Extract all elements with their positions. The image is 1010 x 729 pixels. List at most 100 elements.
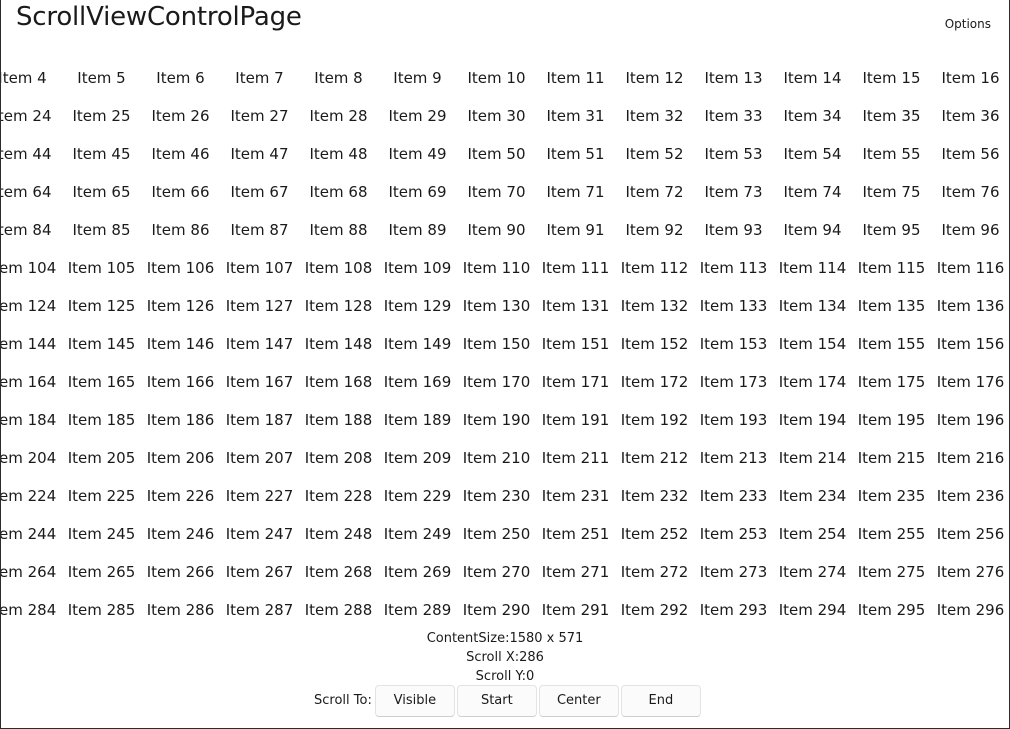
grid-item: Item 171 [541, 373, 610, 391]
grid-item: Item 195 [857, 411, 926, 429]
grid-row: Item 241Item 242Item 243Item 244Item 245… [1, 515, 1009, 553]
grid-item: Item 288 [304, 601, 373, 619]
grid-item: Item 245 [67, 525, 136, 543]
grid-row: Item 81Item 82Item 83Item 84Item 85Item … [1, 211, 1009, 249]
scroll-view[interactable]: Item 1Item 2Item 3Item 4Item 5Item 6Item… [1, 59, 1009, 629]
grid-item: Item 108 [304, 259, 373, 277]
options-button[interactable]: Options [945, 16, 991, 32]
scroll-to-end-button[interactable]: End [620, 685, 701, 717]
grid-item: Item 129 [383, 297, 452, 315]
grid-item: Item 54 [783, 145, 842, 163]
grid-item: Item 25 [72, 107, 131, 125]
grid-item: Item 208 [304, 449, 373, 467]
grid-item: Item 190 [462, 411, 531, 429]
grid-item: Item 231 [541, 487, 610, 505]
grid-item: Item 226 [146, 487, 215, 505]
grid-item: Item 174 [778, 373, 847, 391]
grid-item: Item 30 [467, 107, 526, 125]
grid-item: Item 246 [146, 525, 215, 543]
grid-item: Item 109 [383, 259, 452, 277]
grid-item: Item 16 [941, 69, 1000, 87]
grid-item: Item 125 [67, 297, 136, 315]
grid-item: Item 206 [146, 449, 215, 467]
grid-item: Item 84 [1, 221, 52, 239]
grid-item: Item 156 [936, 335, 1005, 353]
grid-item: Item 284 [1, 601, 57, 619]
grid-item: Item 213 [699, 449, 768, 467]
grid-item: Item 91 [546, 221, 605, 239]
grid-item: Item 50 [467, 145, 526, 163]
scroll-to-toolbar: Scroll To: Visible Start Center End [314, 685, 703, 717]
grid-item: Item 133 [699, 297, 768, 315]
grid-item: Item 289 [383, 601, 452, 619]
grid-item: Item 188 [304, 411, 373, 429]
grid-item: Item 268 [304, 563, 373, 581]
grid-item: Item 10 [467, 69, 526, 87]
grid-item: Item 14 [783, 69, 842, 87]
grid-item: Item 24 [1, 107, 52, 125]
grid-item: Item 88 [309, 221, 368, 239]
grid-row: Item 221Item 222Item 223Item 224Item 225… [1, 477, 1009, 515]
grid-item: Item 214 [778, 449, 847, 467]
grid-item: Item 114 [778, 259, 847, 277]
grid-item: Item 44 [1, 145, 52, 163]
scroll-to-start-button[interactable]: Start [456, 685, 537, 717]
grid-item: Item 148 [304, 335, 373, 353]
grid-item: Item 6 [156, 69, 205, 87]
grid-item: Item 107 [225, 259, 294, 277]
grid-item: Item 275 [857, 563, 926, 581]
grid-item: Item 29 [388, 107, 447, 125]
grid-item: Item 90 [467, 221, 526, 239]
grid-item: Item 68 [309, 183, 368, 201]
grid-item: Item 193 [699, 411, 768, 429]
grid-item: Item 145 [67, 335, 136, 353]
grid-item: Item 164 [1, 373, 57, 391]
grid-item: Item 116 [936, 259, 1005, 277]
grid-item: Item 153 [699, 335, 768, 353]
grid-item: Item 256 [936, 525, 1005, 543]
grid-item: Item 211 [541, 449, 610, 467]
grid-item: Item 285 [67, 601, 136, 619]
grid-item: Item 146 [146, 335, 215, 353]
grid-row: Item 101Item 102Item 103Item 104Item 105… [1, 249, 1009, 287]
grid-item: Item 235 [857, 487, 926, 505]
grid-item: Item 227 [225, 487, 294, 505]
grid-item: Item 65 [72, 183, 131, 201]
grid-item: Item 27 [230, 107, 289, 125]
grid-item: Item 287 [225, 601, 294, 619]
grid-item: Item 96 [941, 221, 1000, 239]
grid-item: Item 130 [462, 297, 531, 315]
grid-item: Item 149 [383, 335, 452, 353]
grid-item: Item 224 [1, 487, 57, 505]
grid-item: Item 35 [862, 107, 921, 125]
grid-item: Item 48 [309, 145, 368, 163]
grid-item: Item 292 [620, 601, 689, 619]
grid-row: Item 121Item 122Item 123Item 124Item 125… [1, 287, 1009, 325]
grid-item: Item 295 [857, 601, 926, 619]
grid-item: Item 115 [857, 259, 926, 277]
grid-row: Item 61Item 62Item 63Item 64Item 65Item … [1, 173, 1009, 211]
grid-row: Item 281Item 282Item 283Item 284Item 285… [1, 591, 1009, 629]
grid-item: Item 131 [541, 297, 610, 315]
scroll-to-center-button[interactable]: Center [538, 685, 619, 717]
grid-item: Item 46 [151, 145, 210, 163]
grid-item: Item 267 [225, 563, 294, 581]
grid-item: Item 52 [625, 145, 684, 163]
grid-item: Item 4 [1, 69, 47, 87]
grid-item: Item 111 [541, 259, 610, 277]
app-window: ScrollViewControlPage Options Item 1Item… [0, 0, 1010, 729]
grid-item: Item 154 [778, 335, 847, 353]
grid-item: Item 53 [704, 145, 763, 163]
grid-item: Item 55 [862, 145, 921, 163]
grid-item: Item 28 [309, 107, 368, 125]
grid-item: Item 252 [620, 525, 689, 543]
grid-item: Item 87 [230, 221, 289, 239]
grid-item: Item 172 [620, 373, 689, 391]
grid-item: Item 249 [383, 525, 452, 543]
grid-item: Item 128 [304, 297, 373, 315]
grid-item: Item 212 [620, 449, 689, 467]
grid-item: Item 244 [1, 525, 57, 543]
grid-item: Item 45 [72, 145, 131, 163]
content-size-label: ContentSize:1580 x 571 [426, 631, 584, 646]
scroll-to-visible-button[interactable]: Visible [374, 685, 455, 717]
